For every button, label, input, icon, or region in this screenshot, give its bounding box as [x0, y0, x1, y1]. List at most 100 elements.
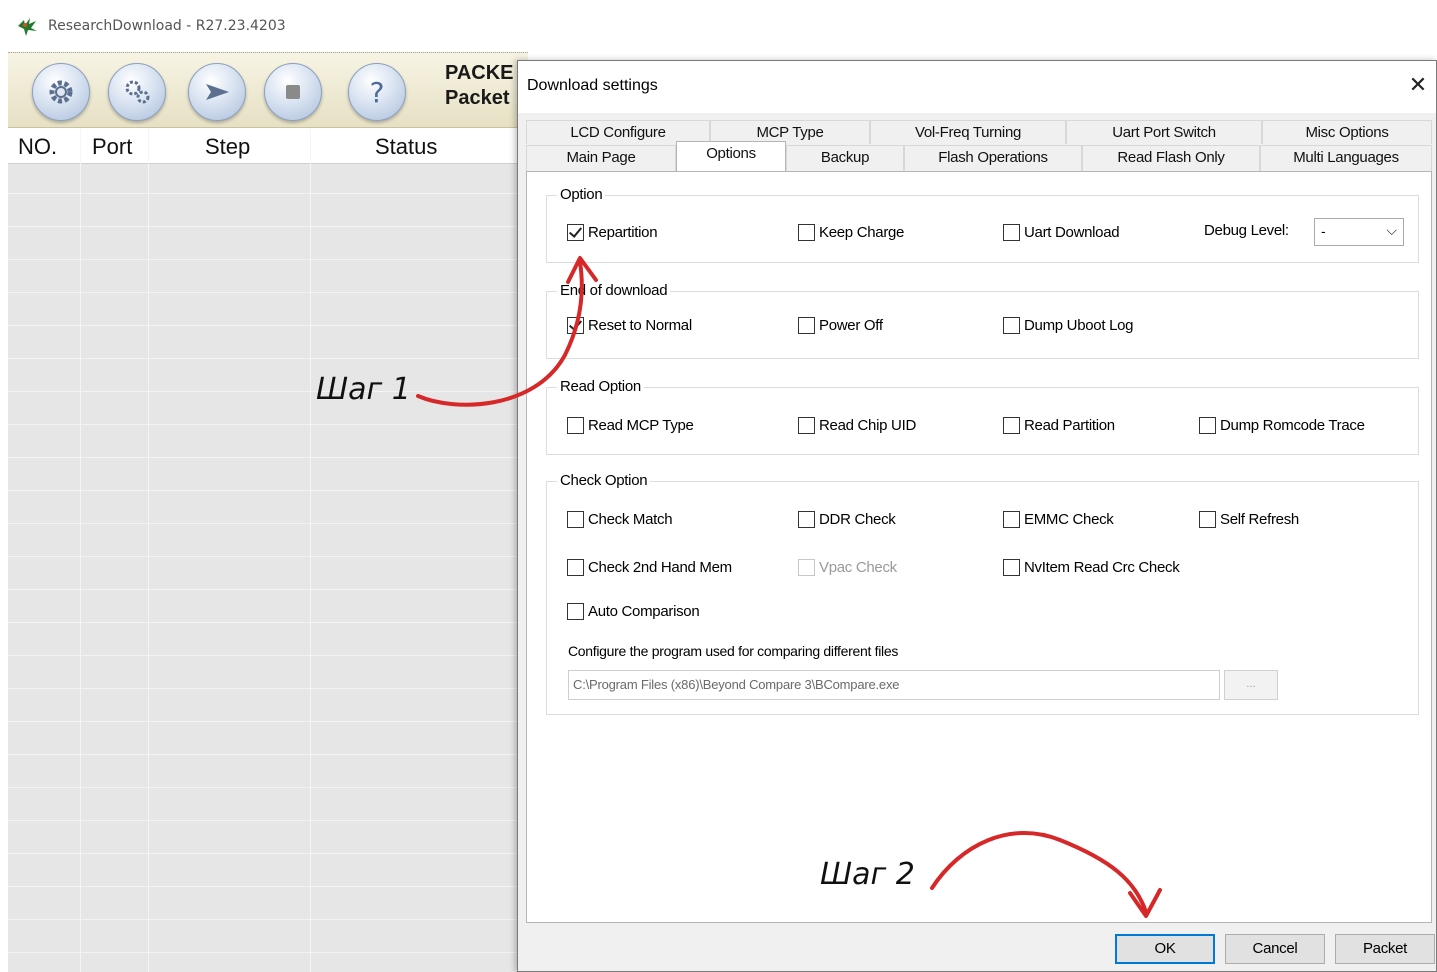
group-label: Option: [557, 186, 606, 204]
checkbox-icon: [1003, 316, 1020, 334]
uart-download-checkbox[interactable]: Uart Download: [1003, 222, 1120, 242]
reset-to-normal-checkbox[interactable]: Reset to Normal: [567, 315, 692, 335]
packet-line-1: PACKE: [445, 62, 514, 84]
checkbox-icon: [798, 510, 815, 528]
read-mcp-type-checkbox[interactable]: Read MCP Type: [567, 415, 694, 435]
vpac-check-checkbox: Vpac Check: [798, 557, 897, 577]
checkbox-label: Keep Charge: [819, 223, 905, 241]
column-divider: [80, 128, 81, 972]
app-title: ResearchDownload - R27.23.4203: [48, 18, 286, 34]
column-header-port[interactable]: Port: [92, 134, 132, 160]
checkbox-label: Power Off: [819, 316, 883, 334]
repartition-checkbox[interactable]: Repartition: [567, 222, 658, 242]
read-partition-checkbox[interactable]: Read Partition: [1003, 415, 1115, 435]
stop-download-button[interactable]: [264, 63, 322, 121]
dump-romcode-trace-checkbox[interactable]: Dump Romcode Trace: [1199, 415, 1365, 435]
tab-vol-freq-turning[interactable]: Vol-Freq Turning: [870, 120, 1066, 144]
checkbox-icon: [1003, 558, 1020, 576]
packet-button[interactable]: Packet: [1335, 934, 1435, 964]
check-option-group: Check Option Check Match DDR Check EMMC …: [546, 472, 1419, 715]
main-toolbar: ? PACKE Packet: [8, 52, 528, 128]
debug-level-select[interactable]: - ⌵: [1314, 218, 1404, 246]
checkbox-label: Dump Romcode Trace: [1220, 416, 1365, 434]
help-button[interactable]: ?: [348, 63, 406, 121]
checkbox-icon: [1003, 510, 1020, 528]
checkbox-icon: [798, 223, 815, 241]
app-logo-icon: [16, 14, 40, 38]
checkbox-label: Dump Uboot Log: [1024, 316, 1134, 334]
checkbox-label: Vpac Check: [819, 558, 897, 576]
group-label: Read Option: [557, 378, 644, 396]
checkbox-icon: [567, 416, 584, 434]
auto-comparison-checkbox[interactable]: Auto Comparison: [567, 601, 700, 621]
checkbox-label: Read MCP Type: [588, 416, 694, 434]
checkbox-checked-icon: [567, 223, 584, 241]
grid-header: NO. Port Step Status: [8, 128, 528, 164]
checkbox-label: Check 2nd Hand Mem: [588, 558, 732, 576]
group-label: End of download: [557, 282, 671, 300]
ok-button[interactable]: OK: [1115, 934, 1215, 964]
debug-level-value: -: [1321, 223, 1326, 239]
tab-read-flash-only[interactable]: Read Flash Only: [1082, 145, 1260, 171]
dump-uboot-log-checkbox[interactable]: Dump Uboot Log: [1003, 315, 1134, 335]
tab-options[interactable]: Options: [676, 141, 786, 171]
tab-uart-port-switch[interactable]: Uart Port Switch: [1066, 120, 1262, 144]
end-of-download-group: End of download Reset to Normal Power Of…: [546, 282, 1419, 359]
start-download-button[interactable]: [188, 63, 246, 121]
checkbox-label: Repartition: [588, 223, 658, 241]
column-header-no[interactable]: NO.: [18, 134, 57, 160]
checkbox-icon: [1003, 223, 1020, 241]
keep-charge-checkbox[interactable]: Keep Charge: [798, 222, 904, 242]
nvitem-read-crc-check-checkbox[interactable]: NvItem Read Crc Check: [1003, 557, 1180, 577]
tab-main-page[interactable]: Main Page: [526, 145, 676, 171]
compare-program-path-field[interactable]: C:\Program Files (x86)\Beyond Compare 3\…: [568, 670, 1220, 700]
checkbox-icon: [1199, 416, 1216, 434]
power-off-checkbox[interactable]: Power Off: [798, 315, 883, 335]
step-2-annotation: Шаг 2: [820, 857, 915, 892]
app-titlebar: ResearchDownload - R27.23.4203: [0, 0, 1437, 52]
checkbox-label: Uart Download: [1024, 223, 1120, 241]
emmc-check-checkbox[interactable]: EMMC Check: [1003, 509, 1114, 529]
svg-text:?: ?: [370, 76, 385, 109]
checkbox-icon: [567, 602, 584, 620]
tab-misc-options[interactable]: Misc Options: [1262, 120, 1432, 144]
tab-multi-languages[interactable]: Multi Languages: [1260, 145, 1432, 171]
packet-line-2: Packet: [445, 87, 510, 109]
checkbox-icon: [567, 558, 584, 576]
checkbox-icon: [1003, 416, 1020, 434]
checkbox-icon: [798, 316, 815, 334]
checkbox-label: Self Refresh: [1220, 510, 1299, 528]
dialog-titlebar: Download settings ✕: [518, 61, 1436, 113]
checkbox-icon: [1199, 510, 1216, 528]
checkbox-label: Reset to Normal: [588, 316, 692, 334]
advanced-settings-button[interactable]: [108, 63, 166, 121]
check-2nd-hand-mem-checkbox[interactable]: Check 2nd Hand Mem: [567, 557, 732, 577]
checkbox-icon: [567, 510, 584, 528]
browse-button[interactable]: ...: [1224, 670, 1278, 700]
cancel-button[interactable]: Cancel: [1225, 934, 1325, 964]
read-chip-uid-checkbox[interactable]: Read Chip UID: [798, 415, 916, 435]
checkbox-label: DDR Check: [819, 510, 896, 528]
settings-button[interactable]: [32, 63, 90, 121]
checkbox-label: Read Partition: [1024, 416, 1115, 434]
column-divider: [310, 128, 311, 972]
tab-backup[interactable]: Backup: [786, 145, 904, 171]
checkbox-label: Check Match: [588, 510, 673, 528]
close-icon[interactable]: ✕: [1404, 71, 1432, 99]
column-header-step[interactable]: Step: [205, 134, 250, 160]
checkbox-disabled-icon: [798, 558, 815, 576]
self-refresh-checkbox[interactable]: Self Refresh: [1199, 509, 1299, 529]
options-tab-page: Option Repartition Keep Charge Uart Down…: [526, 171, 1432, 923]
checkbox-checked-icon: [567, 316, 584, 334]
tab-flash-operations[interactable]: Flash Operations: [904, 145, 1082, 171]
checkbox-label: Auto Comparison: [588, 602, 700, 620]
download-settings-dialog: Download settings ✕ LCD Configure MCP Ty…: [517, 60, 1437, 972]
checkbox-label: EMMC Check: [1024, 510, 1114, 528]
port-status-grid: NO. Port Step Status: [8, 128, 528, 972]
ddr-check-checkbox[interactable]: DDR Check: [798, 509, 896, 529]
column-header-status[interactable]: Status: [375, 134, 437, 160]
group-label: Check Option: [557, 472, 651, 490]
column-divider: [148, 128, 149, 972]
check-match-checkbox[interactable]: Check Match: [567, 509, 673, 529]
checkbox-label: NvItem Read Crc Check: [1024, 558, 1180, 576]
